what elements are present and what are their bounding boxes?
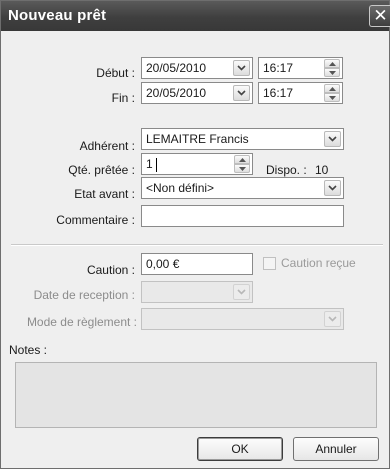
debut-time-value: 16:17 bbox=[263, 61, 294, 75]
fin-date-value: 20/05/2010 bbox=[146, 86, 207, 100]
close-icon: ✕ bbox=[373, 6, 388, 25]
adherent-value: LEMAITRE Francis bbox=[146, 132, 249, 146]
reglement-label: Mode de règlement : bbox=[26, 315, 137, 329]
debut-label: Début : bbox=[96, 66, 135, 80]
dispo-label: Dispo. : bbox=[266, 163, 307, 177]
chevron-down-icon bbox=[237, 90, 246, 96]
reglement-select[interactable] bbox=[141, 308, 344, 330]
fin-time-spin-up[interactable] bbox=[324, 84, 340, 93]
triangle-up-icon bbox=[239, 158, 246, 162]
etat-value: <Non défini> bbox=[146, 181, 215, 195]
ok-button[interactable]: OK bbox=[197, 437, 283, 461]
debut-time-spinner[interactable] bbox=[324, 59, 340, 77]
debut-time-field[interactable]: 16:17 bbox=[258, 57, 343, 79]
qte-label: Qté. prêtée : bbox=[68, 163, 135, 177]
triangle-up-icon bbox=[329, 87, 336, 91]
section-divider bbox=[11, 244, 383, 246]
debut-date-value: 20/05/2010 bbox=[146, 61, 207, 75]
dialog-window: Nouveau prêt ✕ Début : 20/05/2010 16:17 … bbox=[0, 0, 390, 469]
debut-date-field[interactable]: 20/05/2010 bbox=[141, 57, 253, 79]
adherent-label: Adhérent : bbox=[79, 139, 135, 153]
commentaire-label: Commentaire : bbox=[56, 213, 135, 227]
etat-select[interactable]: <Non défini> bbox=[141, 177, 344, 199]
triangle-down-icon bbox=[239, 167, 246, 171]
caution-value: 0,00 € bbox=[146, 257, 180, 271]
debut-time-spin-down[interactable] bbox=[324, 68, 340, 77]
etat-dropdown-button[interactable] bbox=[324, 180, 341, 196]
reception-dropdown-button[interactable] bbox=[233, 284, 250, 300]
window-title: Nouveau prêt bbox=[8, 7, 107, 24]
fin-date-dropdown-button[interactable] bbox=[233, 85, 250, 101]
chevron-down-icon bbox=[328, 136, 337, 142]
chevron-down-icon bbox=[237, 65, 246, 71]
chevron-down-icon bbox=[328, 185, 337, 191]
caution-label: Caution : bbox=[86, 263, 135, 277]
fin-time-spin-down[interactable] bbox=[324, 93, 340, 102]
qte-spinner[interactable] bbox=[234, 155, 250, 173]
close-button[interactable]: ✕ bbox=[369, 5, 390, 27]
cancel-button[interactable]: Annuler bbox=[293, 437, 379, 461]
qte-value: 1 bbox=[146, 157, 153, 171]
reglement-dropdown-button[interactable] bbox=[324, 311, 341, 327]
fin-date-field[interactable]: 20/05/2010 bbox=[141, 82, 253, 104]
fin-label: Fin : bbox=[111, 91, 135, 105]
adherent-select[interactable]: LEMAITRE Francis bbox=[141, 128, 344, 150]
fin-time-value: 16:17 bbox=[263, 86, 294, 100]
debut-time-spin-up[interactable] bbox=[324, 59, 340, 68]
caution-recue-label: Caution reçue bbox=[281, 256, 356, 270]
qte-spin-up[interactable] bbox=[234, 155, 250, 164]
text-caret bbox=[156, 158, 157, 172]
fin-time-field[interactable]: 16:17 bbox=[258, 82, 343, 104]
triangle-down-icon bbox=[329, 96, 336, 100]
caution-field[interactable]: 0,00 € bbox=[141, 253, 253, 275]
dispo-value: 10 bbox=[315, 163, 329, 177]
qte-field[interactable]: 1 bbox=[141, 153, 253, 175]
triangle-up-icon bbox=[329, 62, 336, 66]
adherent-dropdown-button[interactable] bbox=[324, 131, 341, 147]
commentaire-field[interactable] bbox=[141, 205, 344, 227]
triangle-down-icon bbox=[329, 71, 336, 75]
title-bar[interactable]: Nouveau prêt ✕ bbox=[1, 1, 390, 31]
etat-label: Etat avant : bbox=[74, 187, 135, 201]
chevron-down-icon bbox=[237, 289, 246, 295]
reception-label: Date de reception : bbox=[33, 288, 135, 302]
checkbox-box[interactable] bbox=[263, 257, 276, 270]
reception-date-field[interactable] bbox=[141, 281, 253, 303]
notes-textarea[interactable] bbox=[15, 362, 377, 428]
qte-spin-down[interactable] bbox=[234, 164, 250, 173]
notes-label: Notes : bbox=[9, 343, 48, 357]
fin-time-spinner[interactable] bbox=[324, 84, 340, 102]
chevron-down-icon bbox=[328, 316, 337, 322]
debut-date-dropdown-button[interactable] bbox=[233, 60, 250, 76]
